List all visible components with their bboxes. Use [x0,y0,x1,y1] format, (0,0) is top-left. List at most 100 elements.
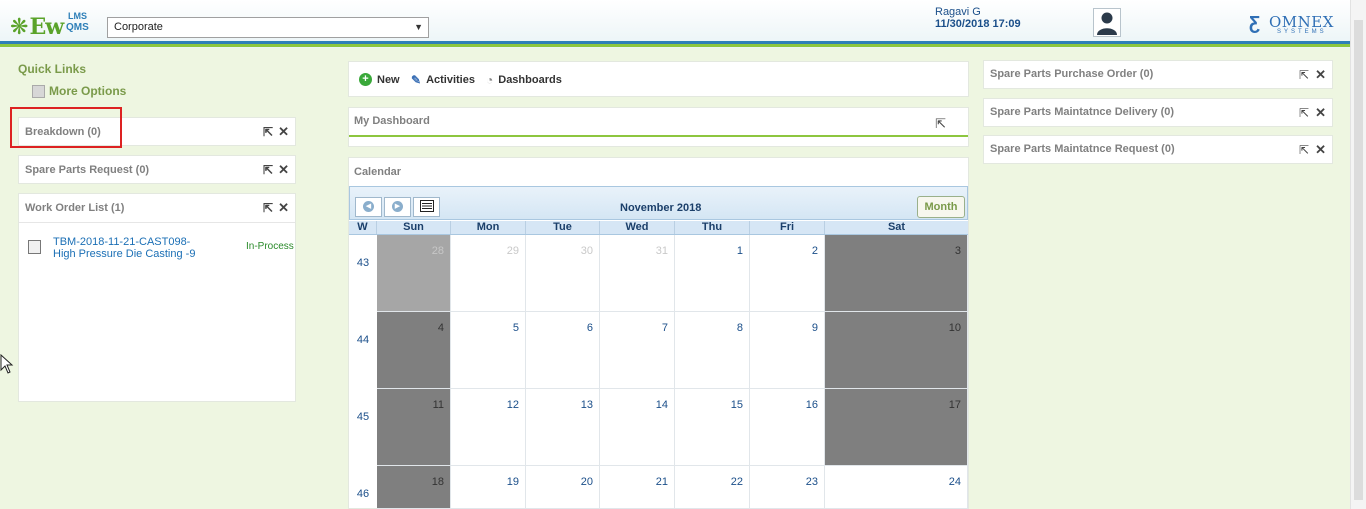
vertical-scrollbar[interactable] [1350,0,1366,509]
current-datetime: 11/30/2018 17:09 [935,18,1021,30]
ewqms-logo[interactable]: ❋ Ew LMS QMS [10,12,89,41]
calendar-day-cell[interactable]: 7 [600,312,675,389]
next-month-button[interactable]: ▶ [384,197,411,217]
calendar-day-cell[interactable]: 17 [825,389,968,466]
omnex-mark-icon: Ƹ [1249,13,1260,33]
spare-parts-maintenance-delivery-title[interactable]: Spare Parts Maintatnce Delivery (0) [990,99,1174,126]
calendar-day-cell[interactable]: 24 [825,466,968,509]
calendar-day-cell[interactable]: 16 [750,389,825,466]
calendar-day-cell[interactable]: 13 [526,389,600,466]
day-number: 8 [736,322,743,334]
calendar-day-cell[interactable]: 28 [377,235,451,312]
list-view-button[interactable] [413,197,440,217]
spare-parts-maintenance-request-title[interactable]: Spare Parts Maintatnce Request (0) [990,136,1175,163]
work-order-link-line1[interactable]: TBM-2018-11-21-CAST098- [53,236,190,248]
my-dashboard-panel: My Dashboard ⇱ [348,107,969,147]
calendar-day-header: W Sun Mon Tue Wed Thu Fri Sat [349,221,968,235]
week-number: 44 [356,334,370,346]
calendar-day-cell[interactable]: 23 [750,466,825,509]
calendar-day-cell[interactable]: 19 [451,466,526,509]
day-number: 16 [805,399,818,411]
popout-icon[interactable]: ⇱ [1299,69,1309,81]
calendar-day-cell[interactable]: 3 [825,235,968,312]
day-number: 29 [506,245,519,257]
day-number: 5 [512,322,519,334]
dashboard-underline [349,135,968,137]
popout-icon[interactable]: ⇱ [263,164,273,176]
day-number: 14 [655,399,668,411]
dashboards-label: Dashboards [498,74,562,86]
day-header: Sat [887,221,906,233]
list-icon [419,200,434,213]
day-number: 10 [948,322,961,334]
calendar-day-cell[interactable]: 1 [675,235,750,312]
calendar-day-cell[interactable]: 15 [675,389,750,466]
calendar-day-cell[interactable]: 9 [750,312,825,389]
popout-icon[interactable]: ⇱ [263,126,273,138]
day-number: 6 [586,322,593,334]
activities-button[interactable]: ✎ Activities [411,73,475,87]
close-icon[interactable]: ✕ [278,163,289,176]
week-number: 46 [356,488,370,500]
popout-icon[interactable]: ⇱ [935,116,946,132]
calendar-day-cell[interactable]: 14 [600,389,675,466]
work-order-list-title[interactable]: Work Order List (1) [25,202,124,214]
calendar-day-cell[interactable]: 11 [377,389,451,466]
day-number: 3 [954,245,961,257]
calendar-day-cell[interactable]: 6 [526,312,600,389]
logo-sup: LMS [68,11,87,21]
popout-icon[interactable]: ⇱ [1299,107,1309,119]
day-number: 9 [811,322,818,334]
day-number: 15 [730,399,743,411]
spare-parts-request-widget: Spare Parts Request (0) ⇱ ✕ [18,155,296,184]
calendar-day-cell[interactable]: 22 [675,466,750,509]
calendar-day-cell[interactable]: 8 [675,312,750,389]
spare-parts-purchase-order-title[interactable]: Spare Parts Purchase Order (0) [990,61,1153,88]
day-header: Fri [750,221,825,234]
day-number: 23 [805,476,818,488]
calendar-day-cell[interactable]: 20 [526,466,600,509]
logo-sub: QMS [66,22,89,33]
spare-parts-request-title[interactable]: Spare Parts Request (0) [25,164,149,176]
day-number: 19 [506,476,519,488]
plus-icon: + [359,73,372,86]
dashboards-button[interactable]: ◔ Dashboards [486,73,562,87]
work-order-list-widget: Work Order List (1) ⇱ ✕ [18,193,296,402]
calendar-day-cell[interactable]: 21 [600,466,675,509]
more-options-link[interactable]: More Options [32,84,126,98]
calendar-day-cell[interactable]: 10 [825,312,968,389]
day-number: 12 [506,399,519,411]
calendar-day-cell[interactable]: 5 [451,312,526,389]
chevron-right-icon: ▶ [392,200,403,212]
new-button[interactable]: + New [359,73,400,86]
close-icon[interactable]: ✕ [278,125,289,138]
day-number: 1 [736,245,743,257]
calendar-day-cell[interactable]: 18 [377,466,451,509]
close-icon[interactable]: ✕ [1315,106,1326,119]
avatar[interactable] [1093,8,1121,37]
day-header: Thu [675,221,750,234]
popout-icon[interactable]: ⇱ [1299,144,1309,156]
prev-month-button[interactable]: ◀ [355,197,382,217]
calendar-title: Calendar [354,166,402,178]
flower-logo-icon: ❋ [10,14,29,39]
close-icon[interactable]: ✕ [278,201,289,214]
work-order-link-line2[interactable]: High Pressure Die Casting -9 [53,248,195,260]
calendar-day-cell[interactable]: 4 [377,312,451,389]
calendar-day-cell[interactable]: 31 [600,235,675,312]
month-title: November 2018 [620,202,702,214]
calendar-day-cell[interactable]: 29 [451,235,526,312]
day-header: Wed [600,221,675,234]
site-select[interactable]: Corporate ▼ [107,17,429,38]
calendar-day-cell[interactable]: 12 [451,389,526,466]
widget-header: Work Order List (1) ⇱ ✕ [19,194,295,223]
scrollbar-thumb[interactable] [1354,20,1363,500]
omnex-tagline: SYSTEMS [1277,29,1327,35]
day-number: 11 [432,399,444,411]
calendar-day-cell[interactable]: 2 [750,235,825,312]
calendar-day-cell[interactable]: 30 [526,235,600,312]
popout-icon[interactable]: ⇱ [263,202,273,214]
month-view-button[interactable]: Month [917,196,965,218]
close-icon[interactable]: ✕ [1315,143,1326,156]
close-icon[interactable]: ✕ [1315,68,1326,81]
